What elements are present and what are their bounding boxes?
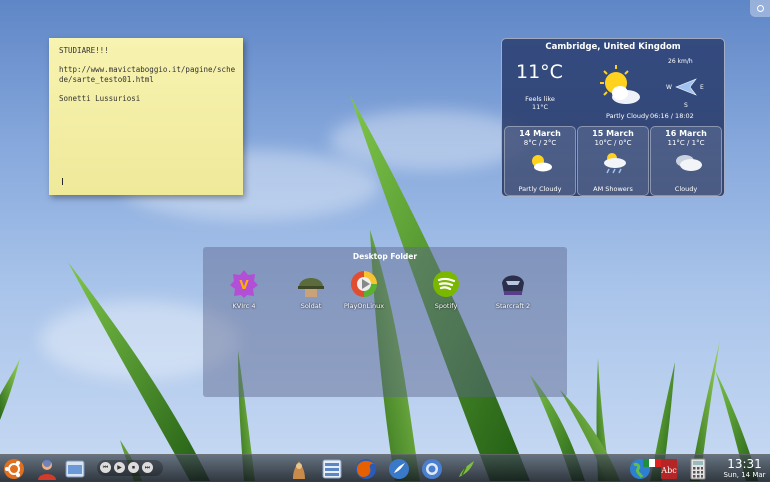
forecast-temps: 10°C / 0°C bbox=[594, 139, 632, 147]
svg-text:Abc: Abc bbox=[660, 466, 677, 475]
note-line: http://www.mavictaboggio.it/pagine/sched… bbox=[59, 65, 236, 84]
folder-title: Desktop Folder bbox=[352, 252, 418, 261]
sticky-note-widget[interactable]: STUDIARE!!! http://www.mavictaboggio.it/… bbox=[49, 38, 243, 195]
wind-label-w: W bbox=[666, 84, 672, 91]
partly-cloudy-icon bbox=[600, 65, 640, 104]
svg-text:V: V bbox=[239, 278, 249, 292]
desktop-folder-widget: Desktop Folder V KVIrc 4 Soldat PlayOnLi… bbox=[203, 247, 567, 397]
forecast-temps: 11°C / 1°C bbox=[667, 139, 705, 147]
folder-item-spotify[interactable]: Spotify bbox=[416, 269, 476, 310]
folder-item-label: PlayOnLinux bbox=[343, 302, 385, 310]
text-cursor-icon: I bbox=[61, 177, 64, 188]
dictionary-icon[interactable]: Abc bbox=[657, 457, 681, 481]
clock-time: 13:31 bbox=[727, 457, 762, 471]
chromium-icon[interactable] bbox=[420, 457, 444, 481]
note-line: STUDIARE!!! bbox=[59, 46, 109, 55]
spotify-icon bbox=[433, 271, 459, 297]
digital-clock[interactable]: 13:31 Sun, 14 Mar bbox=[719, 458, 770, 480]
taskbar-panel: ⏮ ▶ ⏹ ⏭ Abc 13:31 Sun, 14 Mar bbox=[0, 454, 770, 482]
playonlinux-icon bbox=[351, 271, 377, 297]
weather-widget[interactable]: Cambridge, United Kingdom 11°C Feels lik… bbox=[501, 38, 725, 197]
soldat-icon bbox=[298, 278, 324, 297]
file-manager-icon[interactable] bbox=[63, 457, 87, 481]
forecast-date: 16 March bbox=[665, 129, 707, 138]
wind-label-s: S bbox=[684, 102, 688, 109]
forecast-temps: 8°C / 2°C bbox=[523, 139, 557, 147]
starcraft-icon bbox=[502, 275, 524, 295]
kvirc-icon: V bbox=[230, 270, 258, 298]
forecast-date: 14 March bbox=[519, 129, 561, 138]
wind-direction-icon bbox=[675, 78, 697, 96]
partly-cloudy-icon bbox=[532, 155, 552, 172]
konqi-icon[interactable] bbox=[287, 457, 311, 481]
folder-item-starcraft[interactable]: Starcraft 2 bbox=[483, 269, 543, 310]
firefox-icon[interactable] bbox=[354, 457, 378, 481]
showers-icon bbox=[604, 153, 626, 174]
cashew-icon bbox=[757, 5, 764, 12]
forecast-condition: AM Showers bbox=[593, 185, 633, 193]
stop-button[interactable]: ⏹ bbox=[128, 462, 139, 473]
feels-like-label: Feels like bbox=[525, 95, 555, 103]
feels-like: Feels like 11°C bbox=[514, 95, 566, 111]
weather-city: Cambridge, United Kingdom bbox=[545, 42, 681, 52]
note-line: Sonetti Lussuriosi bbox=[59, 93, 141, 103]
wind-label-e: E bbox=[700, 84, 704, 91]
sunrise-sunset: 06:16 / 18:02 bbox=[650, 112, 694, 120]
forecast-day: 14 March 8°C / 2°C Partly Cloudy bbox=[504, 126, 576, 196]
note-line bbox=[59, 84, 237, 94]
forecast-day: 15 March 10°C / 0°C AM Showers bbox=[577, 126, 649, 196]
media-controls: ⏮ ▶ ⏹ ⏭ bbox=[97, 460, 163, 476]
folder-item-kvirc[interactable]: V KVIrc 4 bbox=[214, 269, 274, 310]
clock-date: Sun, 14 Mar bbox=[723, 471, 766, 479]
folder-item-label: Soldat bbox=[300, 302, 322, 310]
ubuntu-menu-icon[interactable] bbox=[2, 457, 26, 481]
forecast-condition: Partly Cloudy bbox=[518, 185, 562, 193]
folder-item-label: Starcraft 2 bbox=[495, 302, 531, 310]
folder-item-label: Spotify bbox=[434, 302, 458, 310]
calculator-icon[interactable] bbox=[686, 457, 710, 481]
desktop-toolbox-corner[interactable] bbox=[750, 0, 770, 17]
next-track-button[interactable]: ⏭ bbox=[142, 462, 153, 473]
dolphin-icon[interactable] bbox=[320, 457, 344, 481]
forecast-condition: Cloudy bbox=[674, 185, 698, 193]
current-condition: Partly Cloudy bbox=[606, 112, 649, 120]
contacts-icon[interactable] bbox=[35, 457, 59, 481]
previous-track-button[interactable]: ⏮ bbox=[100, 462, 111, 473]
play-button[interactable]: ▶ bbox=[114, 462, 125, 473]
folder-item-playonlinux[interactable]: PlayOnLinux bbox=[334, 269, 394, 310]
wind-speed: 26 km/h bbox=[668, 58, 693, 65]
folder-item-soldat[interactable]: Soldat bbox=[281, 269, 341, 310]
forecast-date: 15 March bbox=[592, 129, 634, 138]
note-line bbox=[59, 56, 237, 66]
cloudy-icon bbox=[676, 155, 702, 171]
feels-like-value: 11°C bbox=[531, 103, 549, 111]
amarok-icon[interactable] bbox=[454, 457, 478, 481]
folder-item-label: KVIrc 4 bbox=[232, 302, 256, 310]
forecast-day: 16 March 11°C / 1°C Cloudy bbox=[650, 126, 722, 196]
kopete-icon[interactable] bbox=[387, 457, 411, 481]
current-temperature: 11°C bbox=[516, 61, 563, 83]
